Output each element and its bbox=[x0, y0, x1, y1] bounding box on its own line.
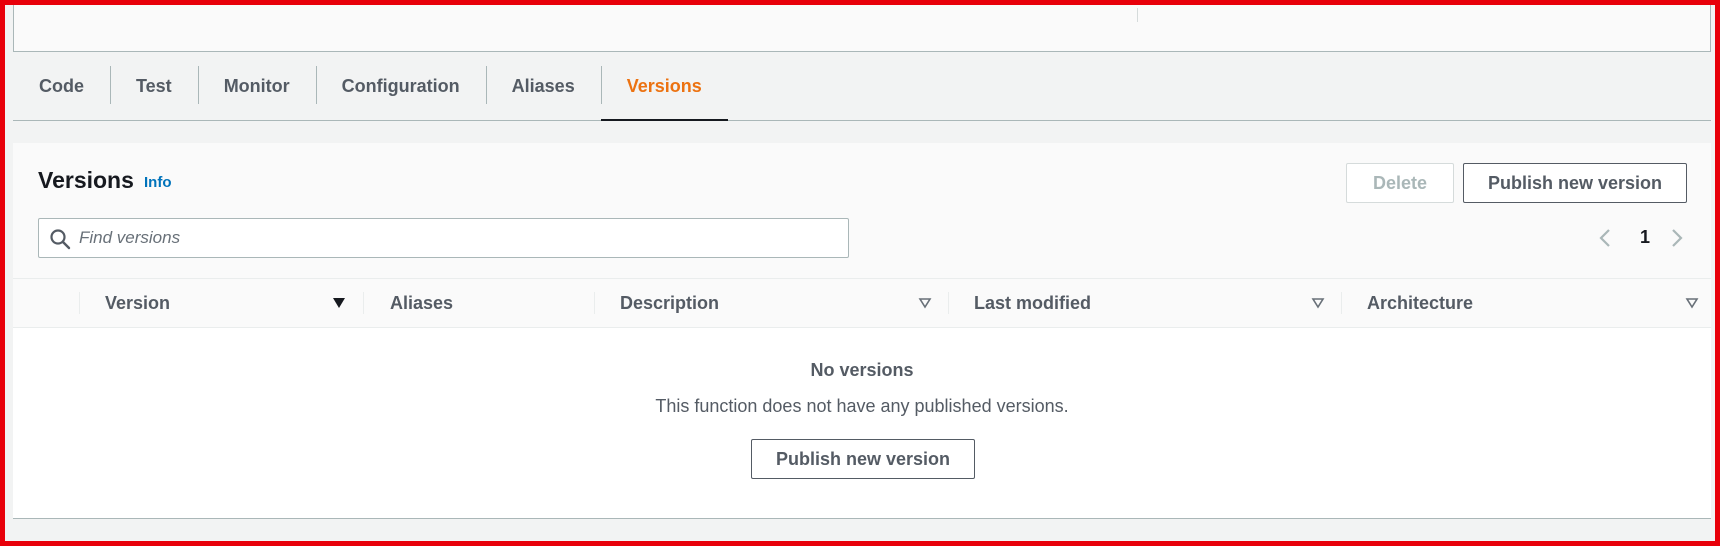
tab-aliases[interactable]: Aliases bbox=[485, 52, 601, 120]
caret-down-outline-icon[interactable] bbox=[1685, 296, 1699, 310]
column-divider bbox=[1341, 292, 1342, 314]
column-divider bbox=[594, 292, 595, 314]
tab-versions[interactable]: Versions bbox=[600, 52, 728, 121]
chevron-left-icon[interactable] bbox=[1595, 227, 1617, 249]
versions-panel: Versions Info Delete Publish new version… bbox=[13, 143, 1711, 519]
function-overview-panel bbox=[13, 0, 1711, 52]
delete-button[interactable]: Delete bbox=[1346, 163, 1454, 203]
search-input[interactable] bbox=[79, 219, 839, 257]
column-header-architecture[interactable]: Architecture bbox=[1367, 279, 1473, 327]
caret-down-outline-icon[interactable] bbox=[918, 296, 932, 310]
column-divider bbox=[363, 292, 364, 314]
caret-down-outline-icon[interactable] bbox=[1311, 296, 1325, 310]
empty-state-description: This function does not have any publishe… bbox=[655, 396, 1069, 416]
search-box bbox=[38, 218, 849, 258]
versions-panel-header: Versions Info Delete Publish new version… bbox=[13, 143, 1711, 328]
tab-test[interactable]: Test bbox=[110, 52, 198, 120]
chevron-right-icon[interactable] bbox=[1665, 227, 1687, 249]
panel-title: Versions bbox=[38, 167, 134, 193]
pagination: 1 bbox=[1595, 223, 1705, 253]
column-divider bbox=[79, 292, 80, 314]
tab-configuration[interactable]: Configuration bbox=[315, 52, 486, 120]
current-page-number[interactable]: 1 bbox=[1640, 227, 1650, 248]
column-header-last-modified[interactable]: Last modified bbox=[974, 279, 1091, 327]
search-icon bbox=[50, 229, 71, 250]
info-link[interactable]: Info bbox=[144, 174, 172, 191]
function-tabs: Code Test Monitor Configuration Aliases … bbox=[13, 52, 1711, 121]
table-header: Version Aliases Description Last modifie… bbox=[13, 278, 1711, 328]
caret-down-filled-icon[interactable] bbox=[332, 296, 346, 310]
column-divider bbox=[948, 292, 949, 314]
tab-code[interactable]: Code bbox=[13, 52, 110, 120]
column-header-aliases: Aliases bbox=[390, 292, 454, 313]
tab-monitor[interactable]: Monitor bbox=[197, 52, 316, 120]
divider bbox=[1137, 8, 1138, 22]
publish-new-version-button[interactable]: Publish new version bbox=[1463, 163, 1687, 203]
publish-new-version-empty-button[interactable]: Publish new version bbox=[751, 439, 975, 479]
empty-state-title: No versions bbox=[810, 360, 914, 380]
column-header-description[interactable]: Description bbox=[620, 279, 719, 327]
column-header-version[interactable]: Version bbox=[105, 279, 170, 327]
